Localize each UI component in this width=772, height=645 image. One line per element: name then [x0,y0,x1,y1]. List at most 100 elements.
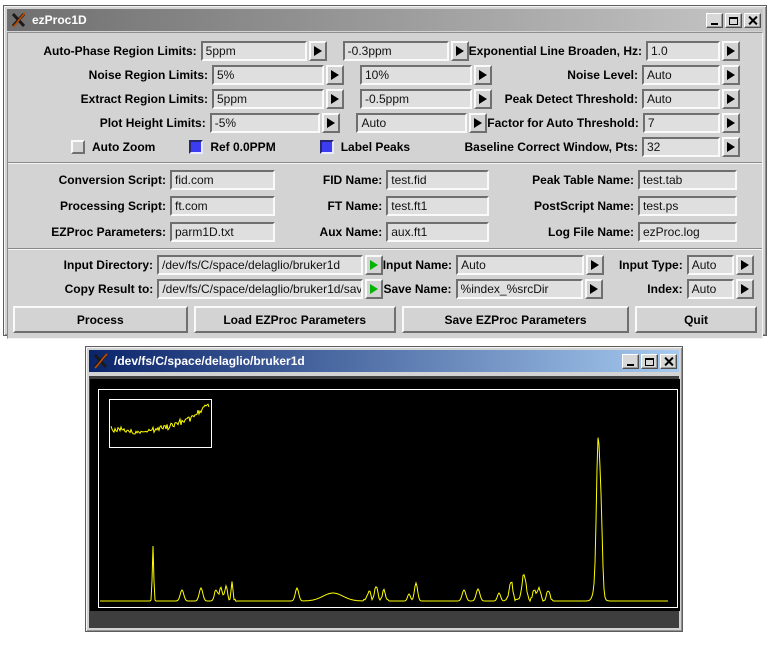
peak-threshold-arrow-button[interactable] [722,89,740,109]
noise-region-label: Noise Region Limits: [16,68,208,82]
plot-height-start-field[interactable]: -5% [210,113,321,133]
action-button-row: Process Load EZProc Parameters Save EZPr… [8,301,762,338]
close-button[interactable] [660,354,677,369]
conversion-script-field[interactable]: fid.com [170,170,275,190]
auto-zoom-checkbox[interactable] [71,140,85,154]
processing-script-field[interactable]: ft.com [170,196,275,216]
noise-region-start-arrow-button[interactable] [326,65,344,85]
load-ezproc-parameters-button[interactable]: Load EZProc Parameters [194,306,396,333]
input-name-arrow-button[interactable] [586,255,604,275]
inset-noise-trace [111,404,209,434]
right-arrow-icon [727,46,735,56]
file-row-2: Processing Script: ft.com FT Name: test.… [8,193,762,219]
index-arrow-button[interactable] [736,279,754,299]
peak-threshold-field[interactable]: Auto [642,89,720,109]
noise-region-start-field[interactable]: 5% [212,65,324,85]
autophase-start-arrow-button[interactable] [309,41,327,61]
spectrum-window: /dev/fs/C/space/delaglio/bruker1d [85,346,683,632]
input-directory-browse-button[interactable] [365,255,383,275]
auto-threshold-factor-label: Factor for Auto Threshold: [487,116,639,130]
extract-label: Extract Region Limits: [16,92,208,106]
auto-threshold-factor-field[interactable]: 7 [643,113,720,133]
autophase-end-arrow-button[interactable] [451,41,469,61]
quit-button[interactable]: Quit [635,306,757,333]
auto-threshold-factor-arrow-button[interactable] [722,113,740,133]
peak-table-name-label: Peak Table Name: [489,173,634,187]
spectrum-content-area [89,376,679,628]
extract-end-field[interactable]: -0.5ppm [360,89,472,109]
ft-name-field[interactable]: test.ft1 [386,196,489,216]
processing-script-label: Processing Script: [16,199,166,213]
spectrum-canvas[interactable] [90,379,680,611]
baseline-window-label: Baseline Correct Window, Pts: [410,140,638,154]
window-title: ezProc1D [32,13,704,27]
minimize-button[interactable] [706,13,723,28]
extract-start-field[interactable]: 5ppm [212,89,324,109]
ezproc-parameters-field[interactable]: parm1D.txt [170,222,275,242]
autophase-start-field[interactable]: 5ppm [201,41,307,61]
label-peaks-checkbox[interactable] [320,140,334,154]
extract-start-arrow-button[interactable] [326,89,344,109]
noise-level-arrow-button[interactable] [722,65,740,85]
right-arrow-icon [727,118,735,128]
save-ezproc-parameters-button[interactable]: Save EZProc Parameters [402,306,629,333]
copy-result-browse-button[interactable] [365,279,383,299]
right-arrow-icon [479,70,487,80]
ref-0ppm-checkbox[interactable] [189,140,203,154]
log-file-name-label: Log File Name: [489,225,634,239]
input-type-arrow-button[interactable] [736,255,754,275]
plot-height-end-arrow-button[interactable] [469,113,487,133]
param-row-noise-region: Noise Region Limits: 5% 10% Noise Level:… [8,63,762,87]
maximize-button[interactable] [725,13,742,28]
baseline-window-arrow-button[interactable] [722,137,740,157]
input-name-field[interactable]: Auto [456,255,583,275]
spectrum-trace [100,438,668,602]
noise-level-field[interactable]: Auto [642,65,720,85]
auto-zoom-toggle[interactable]: Auto Zoom [71,140,155,154]
spectrum-titlebar[interactable]: /dev/fs/C/space/delaglio/bruker1d [89,350,679,372]
line-broaden-field[interactable]: 1.0 [646,41,720,61]
maximize-button[interactable] [641,354,658,369]
fid-name-field[interactable]: test.fid [386,170,489,190]
extract-end-arrow-button[interactable] [474,89,492,109]
noise-region-end-arrow-button[interactable] [474,65,492,85]
close-button[interactable] [744,13,761,28]
file-row-1: Conversion Script: fid.com FID Name: tes… [8,167,762,193]
index-field[interactable]: Auto [687,279,734,299]
label-peaks-label: Label Peaks [341,140,410,154]
postscript-name-field[interactable]: test.ps [638,196,737,216]
ft-name-label: FT Name: [275,199,382,213]
minimize-icon [627,364,634,366]
conversion-script-label: Conversion Script: [16,173,166,187]
noise-region-end-field[interactable]: 10% [360,65,472,85]
autophase-end-field[interactable]: -0.3ppm [343,41,449,61]
peak-threshold-label: Peak Detect Threshold: [492,92,638,106]
right-arrow-icon [727,94,735,104]
minimize-button[interactable] [622,354,639,369]
ref-0ppm-toggle[interactable]: Ref 0.0PPM [189,140,275,154]
green-right-arrow-icon [370,284,378,294]
input-type-field[interactable]: Auto [687,255,734,275]
right-arrow-icon [314,46,322,56]
titlebar[interactable]: ezProc1D [7,9,763,31]
input-directory-label: Input Directory: [16,258,153,272]
plot-height-start-arrow-button[interactable] [322,113,340,133]
maximize-icon [729,17,738,25]
copy-result-field[interactable]: /dev/fs/C/space/delaglio/bruker1d/save [157,279,363,299]
label-peaks-toggle[interactable]: Label Peaks [320,140,410,154]
autophase-label: Auto-Phase Region Limits: [16,44,197,58]
ezproc1d-window: ezProc1D Auto-Phase Region Limits: 5ppm … [3,5,767,336]
save-name-field[interactable]: %index_%srcDir [456,279,584,299]
line-broaden-arrow-button[interactable] [722,41,740,61]
log-file-name-field[interactable]: ezProc.log [638,222,737,242]
aux-name-field[interactable]: aux.ft1 [386,222,489,242]
baseline-window-field[interactable]: 32 [642,137,720,157]
plot-height-end-field[interactable]: Auto [356,113,467,133]
fid-name-label: FID Name: [275,173,382,187]
process-button[interactable]: Process [13,306,188,333]
input-directory-field[interactable]: /dev/fs/C/space/delaglio/bruker1d [157,255,363,275]
peak-table-name-field[interactable]: test.tab [638,170,737,190]
save-name-arrow-button[interactable] [585,279,603,299]
io-row-1: Input Directory: /dev/fs/C/space/delagli… [8,253,762,277]
param-row-autophase: Auto-Phase Region Limits: 5ppm -0.3ppm E… [8,39,762,63]
